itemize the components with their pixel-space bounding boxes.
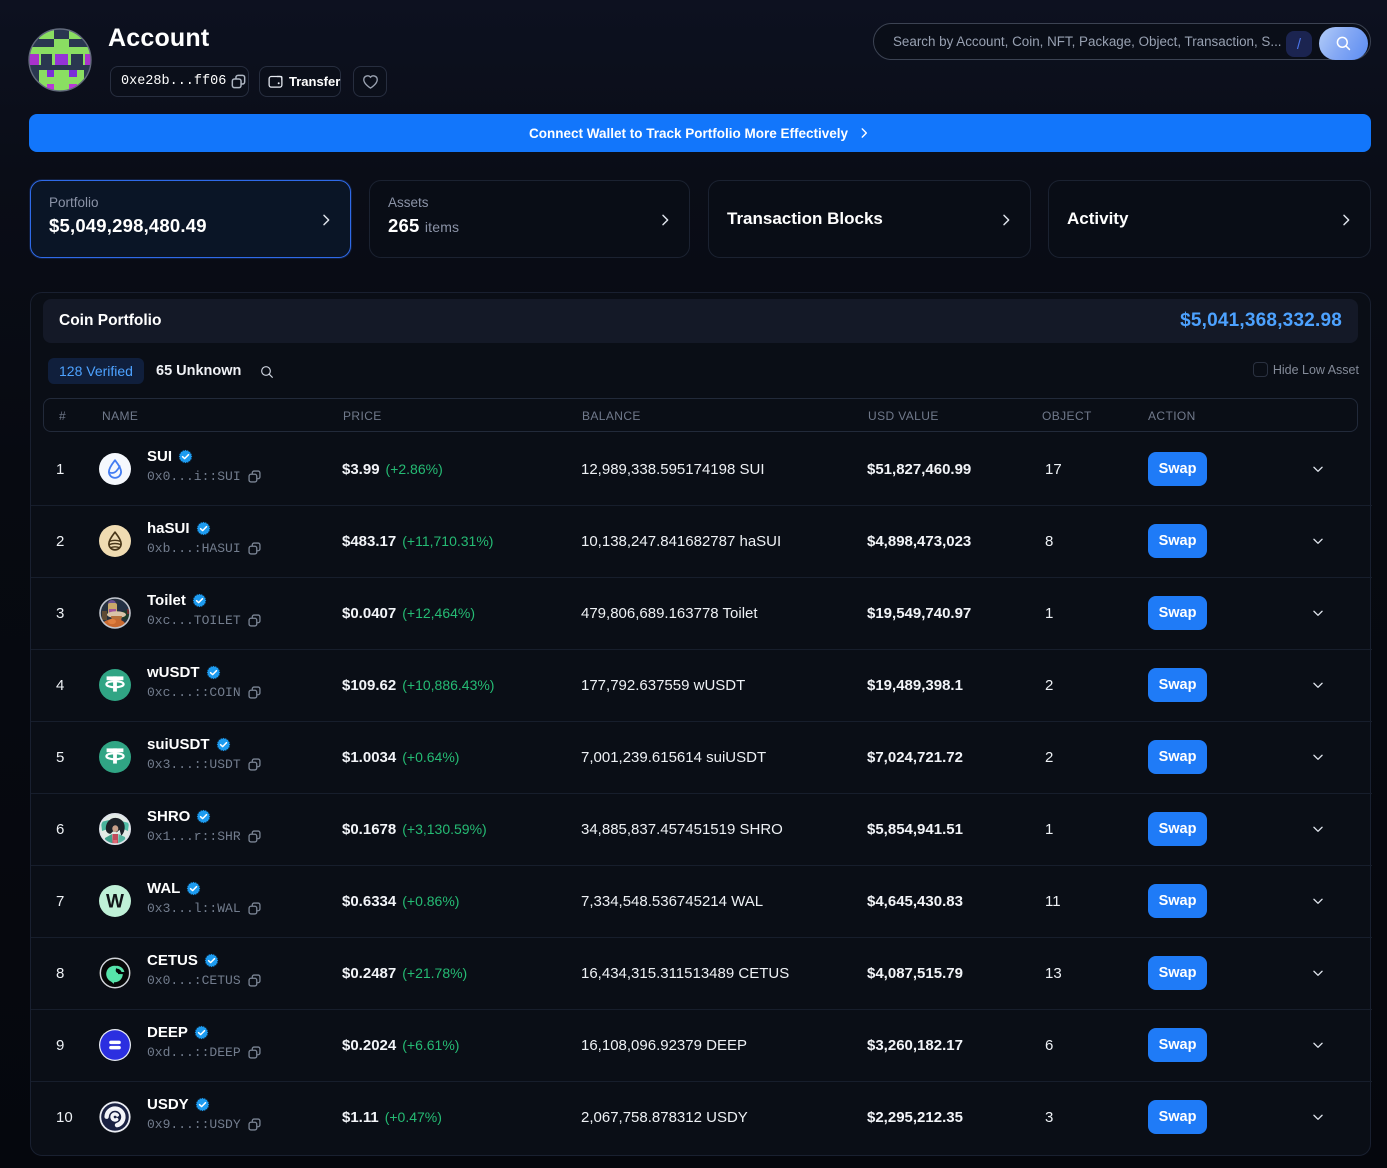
svg-text:W: W: [106, 892, 124, 913]
